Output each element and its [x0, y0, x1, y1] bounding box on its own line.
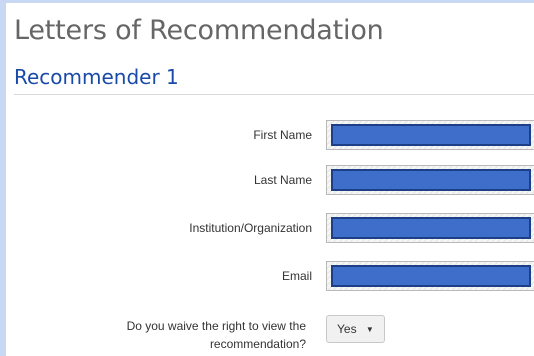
first-name-label: First Name: [253, 128, 312, 142]
institution-field[interactable]: [326, 213, 534, 243]
last-name-field[interactable]: [326, 165, 534, 195]
email-field[interactable]: [326, 261, 534, 291]
last-name-redacted-value: [331, 169, 531, 191]
first-name-row: First Name: [6, 118, 534, 152]
recommendation-page: Letters of Recommendation Recommender 1 …: [0, 0, 534, 356]
email-row: Email: [6, 259, 534, 293]
last-name-label: Last Name: [253, 173, 312, 187]
caret-down-icon: ▼: [365, 325, 374, 334]
waiver-select[interactable]: Yes ▼: [326, 315, 385, 343]
institution-label: Institution/Organization: [189, 221, 312, 235]
email-label: Email: [281, 269, 312, 283]
page-title: Letters of Recommendation: [14, 15, 384, 46]
last-name-row: Last Name: [6, 163, 534, 197]
institution-redacted-value: [331, 217, 531, 239]
institution-row: Institution/Organization: [6, 211, 534, 245]
waiver-label: Do you waive the right to view the recom…: [126, 319, 306, 351]
section-title: Recommender 1: [14, 65, 179, 89]
email-redacted-value: [331, 265, 531, 287]
section-divider: [14, 94, 534, 95]
waiver-selected-value: Yes: [337, 322, 357, 336]
first-name-redacted-value: [331, 124, 531, 146]
first-name-field[interactable]: [326, 120, 534, 150]
